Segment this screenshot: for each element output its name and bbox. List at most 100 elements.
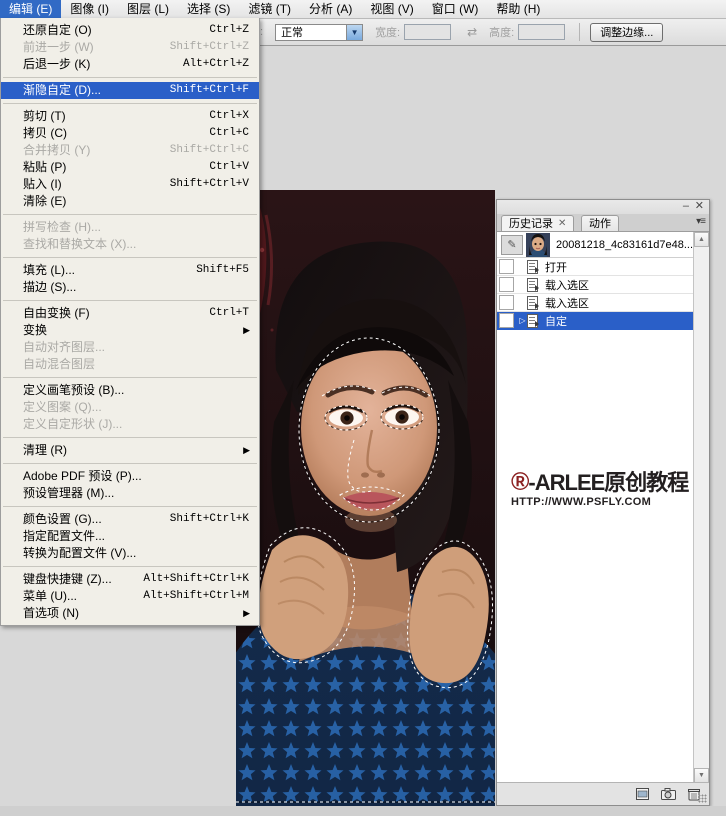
submenu-arrow-icon: ▶ [243,325,250,335]
edit-menu-item-label: 定义自定形状 (J)... [23,417,123,431]
history-snapshot-row[interactable]: ✎ 20081218_4c83161d7e48... [497,232,709,258]
history-panel[interactable]: – ✕ 历史记录 ✕ 动作 ▾≡ ✎ 20081218_4c83161d7e48… [496,199,710,806]
edit-menu-item-28[interactable]: 清理 (R) ▶ [1,442,259,459]
edit-menu-item-shortcut: Ctrl+C [209,127,249,139]
edit-menu-item-6[interactable]: 剪切 (T) Ctrl+X [1,108,259,125]
edit-menu-item-label: 拼写检查 (H)... [23,220,101,234]
history-state-row[interactable]: ▷ 自定 [497,312,709,330]
history-state-row[interactable]: 载入选区 [497,294,709,312]
edit-menu-item-30[interactable]: Adobe PDF 预设 (P)... [1,468,259,485]
resize-grip[interactable] [698,794,707,803]
height-input[interactable] [518,24,566,40]
edit-menu-item-2[interactable]: 后退一步 (K) Alt+Ctrl+Z [1,56,259,73]
new-snapshot-camera-icon[interactable] [657,786,679,802]
edit-menu-item-4[interactable]: 渐隐自定 (D)... Shift+Ctrl+F [1,82,259,99]
edit-menu-item-label: 定义画笔预设 (B)... [23,383,125,397]
history-scrollbar[interactable]: ▲ ▼ [693,232,709,783]
history-states-list[interactable]: ✎ 20081218_4c83161d7e48... 打开 载入选区 载入选区 ▷ 自定 [497,232,709,783]
edit-menu-item-shortcut: Alt+Ctrl+Z [182,58,249,70]
edit-menu-item-label: 变换 [23,323,48,337]
edit-menu-item-shortcut: Ctrl+Z [209,24,249,36]
menubar-item-1[interactable]: 图像 (I) [61,0,118,18]
menubar-item-5[interactable]: 分析 (A) [300,0,361,18]
edit-menu-item-13: 拼写检查 (H)... [1,219,259,236]
history-state-row[interactable]: 打开 [497,258,709,276]
edit-menu-item-31[interactable]: 预设管理器 (M)... [1,485,259,502]
width-label: 宽度: [375,27,401,39]
edit-menu-item-19[interactable]: 自由变换 (F) Ctrl+T [1,305,259,322]
document-canvas[interactable] [236,190,495,806]
edit-menu-item-33[interactable]: 颜色设置 (G)... Shift+Ctrl+K [1,511,259,528]
bottom-strip [0,806,726,816]
width-input[interactable] [404,24,452,40]
edit-menu-item-label: 后退一步 (K) [23,57,91,71]
edit-menu-item-label: 贴入 (I) [23,177,62,191]
history-source-checkbox[interactable] [499,295,514,310]
refine-edge-button[interactable]: 调整边缘... [590,22,664,42]
menu-separator [3,214,257,215]
menubar-item-4[interactable]: 滤镜 (T) [239,0,300,18]
edit-menu-item-7[interactable]: 拷贝 (C) Ctrl+C [1,125,259,142]
history-source-checkbox[interactable] [499,313,514,328]
edit-menu-item-24[interactable]: 定义画笔预设 (B)... [1,382,259,399]
swap-arrows-icon[interactable]: ⇄ [463,25,481,39]
history-panel-tabs: 历史记录 ✕ 动作 ▾≡ [497,214,709,232]
edit-menu-item-shortcut: Alt+Shift+Ctrl+M [143,590,249,602]
edit-menu-item-11[interactable]: 清除 (E) [1,193,259,210]
history-state-icon [527,277,540,292]
history-state-row[interactable]: 载入选区 [497,276,709,294]
menu-bar: 编辑 (E) 图像 (I) 图层 (L) 选择 (S) 滤镜 (T) 分析 (A) 视图 (… [0,0,726,19]
edit-menu-item-35[interactable]: 转换为配置文件 (V)... [1,545,259,562]
edit-menu-item-20[interactable]: 变换 ▶ [1,322,259,339]
menubar-item-7[interactable]: 窗口 (W) [423,0,488,18]
menubar-item-8[interactable]: 帮助 (H) [487,0,549,18]
history-source-checkbox[interactable] [499,277,514,292]
edit-menu-item-17[interactable]: 描边 (S)... [1,279,259,296]
edit-menu-item-shortcut: Shift+Ctrl+Z [169,41,249,53]
menubar-item-0[interactable]: 编辑 (E) [0,0,62,18]
edit-menu-dropdown[interactable]: 还原自定 (O) Ctrl+Z 前进一步 (W) Shift+Ctrl+Z 后退一步 (… [0,18,260,626]
minimize-icon[interactable]: – [683,201,689,212]
menubar-item-3[interactable]: 选择 (S) [178,0,239,18]
history-panel-footer [497,782,709,805]
tab-actions[interactable]: 动作 [581,215,619,231]
edit-menu-item-0[interactable]: 还原自定 (O) Ctrl+Z [1,22,259,39]
history-source-checkbox[interactable] [499,259,514,274]
menu-separator [3,377,257,378]
edit-menu-item-34[interactable]: 指定配置文件... [1,528,259,545]
edit-menu-item-16[interactable]: 填充 (L)... Shift+F5 [1,262,259,279]
edit-menu-item-26: 定义自定形状 (J)... [1,416,259,433]
close-icon[interactable]: ✕ [695,201,704,212]
history-state-icon [527,259,540,274]
new-document-icon[interactable] [631,786,653,802]
history-state-label: 自定 [545,315,567,328]
snapshot-name: 20081218_4c83161d7e48... [556,238,694,251]
history-current-marker-icon: ▷ [519,316,526,325]
photo-portrait-image [236,190,495,806]
edit-menu-item-39[interactable]: 首选项 (N) ▶ [1,605,259,622]
selection-style-select[interactable]: 正常 ▼ [275,23,364,41]
edit-menu-item-label: 自由变换 (F) [23,306,90,320]
menubar-item-6[interactable]: 视图 (V) [361,0,422,18]
close-icon[interactable]: ✕ [558,216,566,232]
options-divider [579,23,581,41]
tab-history-label: 历史记录 [509,217,553,230]
edit-menu-item-label: 转换为配置文件 (V)... [23,546,137,560]
chevron-down-icon[interactable]: ▼ [346,24,363,40]
edit-menu-item-label: 自动混合图层 [23,357,96,371]
edit-menu-item-label: 定义图案 (Q)... [23,400,102,414]
menubar-item-2[interactable]: 图层 (L) [118,0,178,18]
scroll-down-icon[interactable]: ▼ [694,768,709,783]
edit-menu-item-9[interactable]: 粘贴 (P) Ctrl+V [1,159,259,176]
panel-menu-icon[interactable]: ▾≡ [696,216,706,227]
snapshot-brush-icon[interactable]: ✎ [501,234,523,255]
edit-menu-item-1: 前进一步 (W) Shift+Ctrl+Z [1,39,259,56]
edit-menu-item-37[interactable]: 键盘快捷键 (Z)... Alt+Shift+Ctrl+K [1,571,259,588]
edit-menu-item-10[interactable]: 贴入 (I) Shift+Ctrl+V [1,176,259,193]
menu-separator [3,437,257,438]
tab-history[interactable]: 历史记录 ✕ [501,215,575,232]
history-state-label: 载入选区 [545,279,589,292]
edit-menu-item-38[interactable]: 菜单 (U)... Alt+Shift+Ctrl+M [1,588,259,605]
scroll-up-icon[interactable]: ▲ [694,232,709,247]
edit-menu-item-label: 预设管理器 (M)... [23,486,115,500]
